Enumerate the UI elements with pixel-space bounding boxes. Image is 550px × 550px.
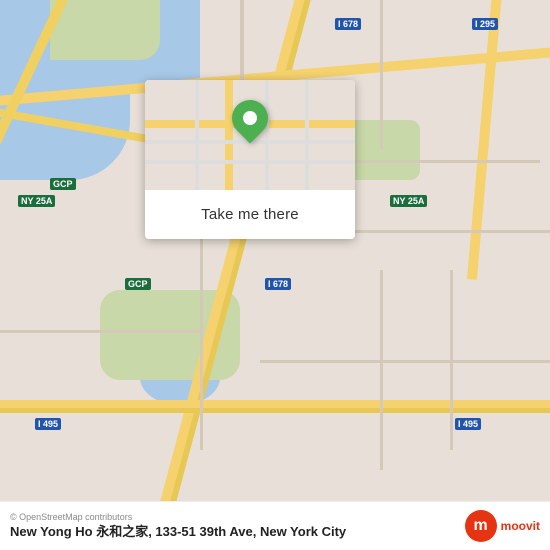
street-h1 (340, 160, 540, 163)
moovit-logo: m moovit (465, 510, 540, 542)
osm-credit: © OpenStreetMap contributors (10, 512, 457, 522)
bottom-bar: © OpenStreetMap contributors New Yong Ho… (0, 501, 550, 550)
location-name: New Yong Ho 永和之家, 133-51 39th Ave, New Y… (10, 524, 457, 541)
street-h4 (260, 360, 550, 363)
take-me-there-button[interactable]: Take me there (161, 198, 339, 231)
street-h3 (0, 330, 200, 333)
mini-road-v2 (195, 80, 199, 190)
label-ny25a-right: NY 25A (390, 195, 427, 207)
label-i678-top: I 678 (335, 18, 361, 30)
label-i678-mid: I 678 (265, 278, 291, 290)
pin-inner-dot (243, 111, 257, 125)
map-container: I 678 I 295 NY 25A NY 25A GCP GCP I 678 … (0, 0, 550, 550)
label-gcp-mid: GCP (125, 278, 151, 290)
label-i495-left: I 495 (35, 418, 61, 430)
pin-shape (225, 93, 276, 144)
street-v2 (380, 0, 383, 150)
street-v4 (450, 270, 453, 450)
highway-i295 (467, 0, 503, 280)
bottom-info: © OpenStreetMap contributors New Yong Ho… (10, 512, 457, 541)
popup-card: Take me there (145, 80, 355, 239)
label-i295-top: I 295 (472, 18, 498, 30)
green-top-left (50, 0, 160, 60)
highway-i495b (0, 408, 550, 413)
moovit-logo-icon: m (465, 510, 497, 542)
label-gcp-left: GCP (50, 178, 76, 190)
street-v3 (380, 270, 383, 470)
popup-button-area: Take me there (145, 190, 355, 239)
mini-road-v4 (305, 80, 309, 190)
mini-road-h3 (145, 160, 355, 164)
popup-map-preview (145, 80, 355, 190)
location-pin (232, 100, 268, 136)
moovit-logo-text: moovit (501, 519, 540, 533)
label-ny25a-left: NY 25A (18, 195, 55, 207)
label-i495-right: I 495 (455, 418, 481, 430)
